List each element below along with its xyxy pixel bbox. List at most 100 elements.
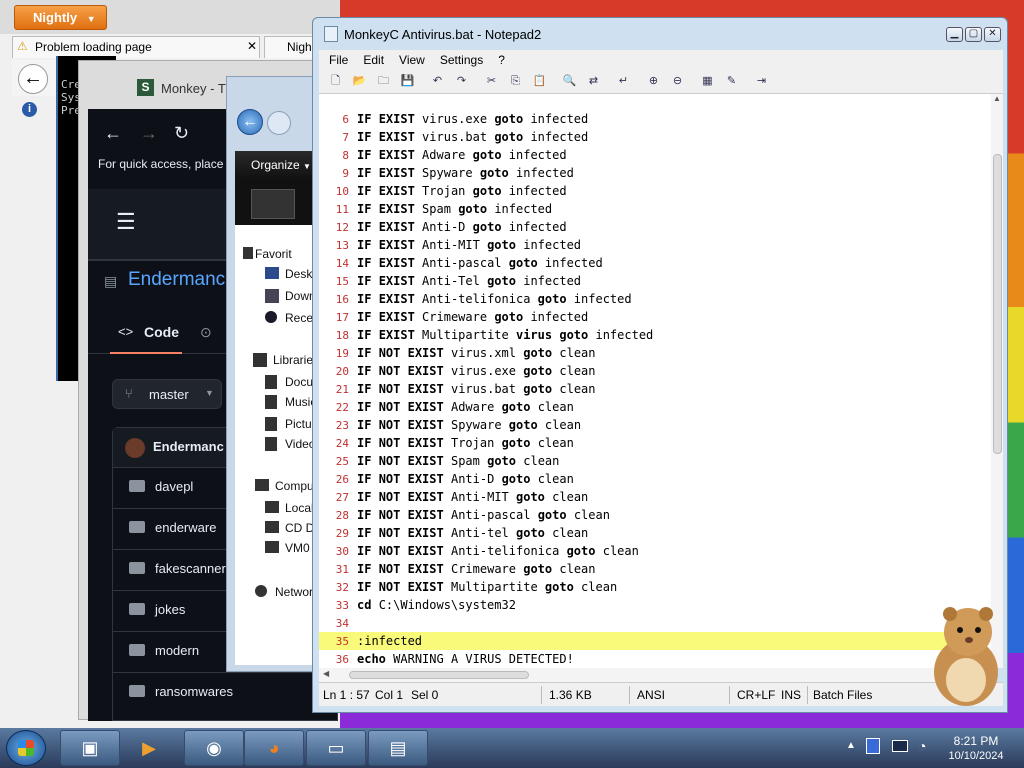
nightly-menu-button[interactable]: Nightly ▼ [14, 5, 107, 30]
code-line[interactable]: 15 IF EXIST Anti-Tel goto infected [319, 272, 985, 290]
redo-icon[interactable]: ↷ [453, 73, 470, 90]
code-line[interactable]: 7 IF EXIST virus.bat goto infected [319, 128, 985, 146]
taskbar-cmd[interactable]: ▣ [60, 730, 120, 766]
code-line[interactable]: 12 IF EXIST Anti-D goto infected [319, 218, 985, 236]
code-line[interactable]: 11 IF EXIST Spam goto infected [319, 200, 985, 218]
forward-arrow-icon[interactable]: → [140, 123, 158, 144]
nav-videos[interactable]: Video [265, 437, 315, 451]
menu-file[interactable]: File [319, 50, 353, 67]
zoom-out-icon[interactable]: ⊖ [669, 73, 686, 90]
scroll-left-icon[interactable]: ◀ [323, 669, 329, 678]
cut-icon[interactable]: ✂ [483, 73, 500, 90]
back-arrow-icon[interactable]: ← [104, 123, 122, 144]
nav-vm-share[interactable]: VM0 [265, 541, 310, 555]
back-button[interactable]: ← [18, 64, 48, 94]
vertical-scroll-thumb[interactable] [993, 154, 1002, 454]
nav-pictures[interactable]: Pictu [265, 417, 312, 431]
code-line[interactable]: 6 IF EXIST virus.exe goto infected [319, 110, 985, 128]
nav-network[interactable]: Networ [255, 585, 313, 599]
word-wrap-icon[interactable]: ↵ [615, 73, 632, 90]
code-line[interactable]: 32 IF NOT EXIST Multipartite goto clean [319, 578, 985, 596]
horizontal-scrollbar[interactable]: ◀ [319, 668, 985, 682]
status-encoding[interactable]: ANSI [637, 688, 665, 702]
nav-documents[interactable]: Docu [265, 375, 313, 389]
code-line[interactable]: 24 IF NOT EXIST Trojan goto clean [319, 434, 985, 452]
branch-selector[interactable]: ⑂ master ▼ [112, 379, 222, 409]
menu-edit[interactable]: Edit [353, 50, 389, 67]
action-center-icon[interactable] [866, 738, 880, 754]
code-line[interactable]: 14 IF EXIST Anti-pascal goto infected [319, 254, 985, 272]
code-line[interactable]: 34 [319, 614, 985, 632]
code-line[interactable]: 35:infected [319, 632, 985, 650]
replace-icon[interactable]: ⇄ [585, 73, 602, 90]
open-folder-icon[interactable]: 📂 [351, 73, 368, 90]
code-line[interactable]: 27 IF NOT EXIST Anti-MIT goto clean [319, 488, 985, 506]
code-line[interactable]: 16 IF EXIST Anti-telifonica goto infected [319, 290, 985, 308]
vertical-scrollbar[interactable]: ▲ [991, 94, 1003, 668]
repo-name[interactable]: Endermanc [128, 269, 225, 291]
nav-cd-drive[interactable]: CD D [265, 521, 314, 535]
zoom-in-icon[interactable]: ⊕ [645, 73, 662, 90]
code-line[interactable]: 31 IF NOT EXIST Crimeware goto clean [319, 560, 985, 578]
find-icon[interactable]: 🔍 [561, 73, 578, 90]
paste-icon[interactable]: 📋 [531, 73, 548, 90]
code-line[interactable]: 9 IF EXIST Spyware goto infected [319, 164, 985, 182]
organize-button[interactable]: Organize ▼ [251, 158, 311, 172]
show-hidden-icons[interactable]: ▲ [846, 740, 856, 751]
status-eol[interactable]: CR+LF [737, 688, 775, 702]
code-line[interactable]: 20 IF NOT EXIST virus.exe goto clean [319, 362, 985, 380]
exit-icon[interactable]: ⇥ [753, 73, 770, 90]
code-line[interactable]: 19 IF NOT EXIST virus.xml goto clean [319, 344, 985, 362]
code-line[interactable]: 25 IF NOT EXIST Spam goto clean [319, 452, 985, 470]
tab-code[interactable]: <> Code [110, 314, 182, 354]
minimize-button[interactable]: ▁ [946, 27, 963, 42]
back-button[interactable]: ← [237, 109, 263, 135]
taskbar-explorer[interactable]: ▭ [306, 730, 366, 766]
forward-button[interactable] [267, 111, 291, 135]
nav-local-disk[interactable]: Local [265, 501, 314, 515]
nav-favorites[interactable]: Favorit [243, 247, 292, 261]
menu-help[interactable]: ? [488, 50, 510, 67]
issues-icon[interactable]: ⊙ [200, 324, 212, 341]
start-button[interactable] [6, 730, 46, 766]
code-line[interactable]: 33 cd C:\Windows\system32 [319, 596, 985, 614]
code-line[interactable]: 28 IF NOT EXIST Anti-pascal goto clean [319, 506, 985, 524]
status-scheme[interactable]: Batch Files [813, 688, 872, 702]
tab-problem-loading[interactable]: ⚠ Problem loading page ✕ [12, 36, 260, 58]
commit-owner[interactable]: Endermanc [153, 439, 224, 454]
menu-view[interactable]: View [389, 50, 430, 67]
nav-libraries[interactable]: Librarie [253, 353, 313, 367]
menu-settings[interactable]: Settings [430, 50, 488, 67]
scroll-up-icon[interactable]: ▲ [993, 94, 1001, 103]
code-line[interactable]: 17 IF EXIST Crimeware goto infected [319, 308, 985, 326]
maximize-button[interactable]: ▢ [965, 27, 982, 42]
volume-icon[interactable]: ◔ [918, 738, 926, 754]
customize-icon[interactable]: ✎ [723, 73, 740, 90]
undo-icon[interactable]: ↶ [429, 73, 446, 90]
browse-icon[interactable]: 🗀 [375, 73, 392, 90]
copy-icon[interactable]: ⎘ [507, 73, 524, 90]
clock-time[interactable]: 8:21 PM [946, 734, 1006, 748]
code-line[interactable]: 23 IF NOT EXIST Spyware goto clean [319, 416, 985, 434]
close-tab-icon[interactable]: ✕ [247, 39, 257, 53]
code-line[interactable]: 10 IF EXIST Trojan goto infected [319, 182, 985, 200]
code-line[interactable]: 29 IF NOT EXIST Anti-tel goto clean [319, 524, 985, 542]
taskbar-nightly[interactable]: ◉ [184, 730, 244, 766]
status-mode[interactable]: INS [781, 688, 801, 702]
code-line[interactable]: 30 IF NOT EXIST Anti-telifonica goto clea… [319, 542, 985, 560]
taskbar-firefox[interactable]: ◕ [244, 730, 304, 766]
code-line[interactable]: 36 echo WARNING A VIRUS DETECTED! [319, 650, 985, 668]
hamburger-menu-icon[interactable]: ☰ [116, 209, 136, 235]
horizontal-scroll-thumb[interactable] [349, 671, 529, 679]
clock-date[interactable]: 10/10/2024 [946, 750, 1006, 762]
code-line[interactable]: 13 IF EXIST Anti-MIT goto infected [319, 236, 985, 254]
close-button[interactable]: ✕ [984, 27, 1001, 42]
code-line[interactable]: 22 IF NOT EXIST Adware goto clean [319, 398, 985, 416]
reload-icon[interactable]: ↻ [174, 123, 189, 144]
code-line[interactable]: 21 IF NOT EXIST virus.bat goto clean [319, 380, 985, 398]
new-file-icon[interactable]: 🗋 [327, 73, 344, 90]
code-line[interactable]: 26 IF NOT EXIST Anti-D goto clean [319, 470, 985, 488]
code-line[interactable]: 8 IF EXIST Adware goto infected [319, 146, 985, 164]
nav-computer[interactable]: Compu [255, 479, 314, 493]
save-icon[interactable]: 💾 [399, 73, 416, 90]
